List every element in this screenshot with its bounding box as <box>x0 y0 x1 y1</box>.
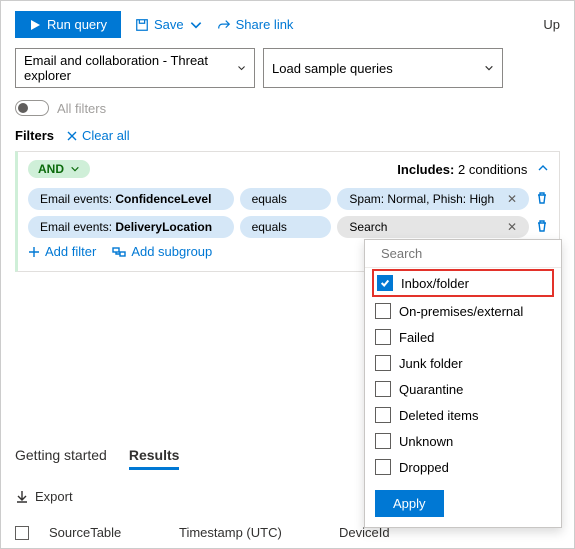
dropdown-option[interactable]: Quarantine <box>365 376 561 402</box>
play-icon <box>29 19 41 31</box>
value-dropdown: Inbox/folder On-premises/external Failed… <box>364 239 562 528</box>
group-operator-label: AND <box>38 162 64 176</box>
trash-icon <box>535 191 549 205</box>
condition-field-pill[interactable]: Email events: DeliveryLocation <box>28 216 234 238</box>
dropdown-option[interactable]: Deleted items <box>365 402 561 428</box>
condition-operator-pill[interactable]: equals <box>240 188 332 210</box>
checkbox-icon <box>375 459 391 475</box>
subgroup-icon <box>112 245 126 259</box>
share-icon <box>217 18 231 32</box>
selector-row: Email and collaboration - Threat explore… <box>1 48 574 96</box>
filters-title: Filters <box>15 128 54 143</box>
close-icon <box>66 130 78 142</box>
condition-row: Email events: DeliveryLocation equals Se… <box>28 216 549 238</box>
chevron-down-icon <box>70 164 80 174</box>
source-selector-label: Email and collaboration - Threat explore… <box>24 53 237 83</box>
chevron-down-icon <box>189 18 203 32</box>
condition-value-text: Search <box>349 220 387 234</box>
tab-getting-started[interactable]: Getting started <box>15 447 107 470</box>
dropdown-option-label: Inbox/folder <box>401 276 469 291</box>
collapse-group-button[interactable] <box>537 162 549 177</box>
add-subgroup-label: Add subgroup <box>131 244 212 259</box>
tabs: Getting started Results <box>15 447 179 470</box>
dropdown-option-label: Junk folder <box>399 356 463 371</box>
condition-field-pill[interactable]: Email events: ConfidenceLevel <box>28 188 234 210</box>
apply-button[interactable]: Apply <box>375 490 444 517</box>
add-filter-button[interactable]: Add filter <box>28 244 96 259</box>
chevron-down-icon <box>484 63 494 73</box>
save-label: Save <box>154 17 184 32</box>
tab-results[interactable]: Results <box>129 447 180 470</box>
checkbox-icon <box>377 275 393 291</box>
checkbox-icon <box>375 381 391 397</box>
select-all-checkbox[interactable] <box>15 526 29 540</box>
dropdown-option-label: On-premises/external <box>399 304 523 319</box>
source-selector[interactable]: Email and collaboration - Threat explore… <box>15 48 255 88</box>
run-query-button[interactable]: Run query <box>15 11 121 38</box>
run-query-label: Run query <box>47 17 107 32</box>
checkbox-icon <box>375 433 391 449</box>
clear-all-button[interactable]: Clear all <box>66 128 130 143</box>
delete-condition-button[interactable] <box>535 191 549 208</box>
checkbox-icon <box>375 303 391 319</box>
add-filter-label: Add filter <box>45 244 96 259</box>
download-icon <box>15 490 29 504</box>
export-label: Export <box>35 489 73 504</box>
dropdown-search-row <box>365 240 561 268</box>
add-subgroup-button[interactable]: Add subgroup <box>112 244 212 259</box>
includes-summary: Includes: 2 conditions <box>397 162 549 177</box>
chevron-up-icon <box>537 162 549 174</box>
trash-icon <box>535 219 549 233</box>
share-button[interactable]: Share link <box>217 17 294 32</box>
dropdown-option-label: Unknown <box>399 434 453 449</box>
clear-value-button[interactable]: ✕ <box>507 220 517 234</box>
column-header[interactable]: SourceTable <box>49 525 159 540</box>
condition-operator-pill[interactable]: equals <box>240 216 332 238</box>
clear-value-button[interactable]: ✕ <box>507 192 517 206</box>
sample-queries-label: Load sample queries <box>272 61 393 76</box>
all-filters-label: All filters <box>57 101 106 116</box>
dropdown-option[interactable]: On-premises/external <box>365 298 561 324</box>
export-button[interactable]: Export <box>15 489 73 504</box>
save-icon <box>135 18 149 32</box>
condition-row: Email events: ConfidenceLevel equals Spa… <box>28 188 549 210</box>
chevron-down-icon <box>237 63 246 73</box>
dropdown-option-label: Dropped <box>399 460 449 475</box>
checkbox-icon <box>375 407 391 423</box>
up-label: Up <box>543 17 560 32</box>
checkbox-icon <box>375 355 391 371</box>
all-filters-row: All filters <box>1 96 574 128</box>
group-operator-pill[interactable]: AND <box>28 160 90 178</box>
dropdown-option-label: Quarantine <box>399 382 463 397</box>
dropdown-option[interactable]: Unknown <box>365 428 561 454</box>
sample-queries-selector[interactable]: Load sample queries <box>263 48 503 88</box>
dropdown-option-label: Deleted items <box>399 408 478 423</box>
save-button[interactable]: Save <box>135 17 203 32</box>
condition-value-text: Spam: Normal, Phish: High <box>349 192 494 206</box>
results-table-header: SourceTable Timestamp (UTC) DeviceId <box>15 525 390 540</box>
filters-header: Filters Clear all <box>1 128 574 151</box>
share-label: Share link <box>236 17 294 32</box>
plus-icon <box>28 246 40 258</box>
dropdown-option[interactable]: Failed <box>365 324 561 350</box>
dropdown-option[interactable]: Inbox/folder <box>373 270 553 296</box>
toolbar: Run query Save Share link Up <box>1 1 574 48</box>
dropdown-option-label: Failed <box>399 330 434 345</box>
column-header[interactable]: Timestamp (UTC) <box>179 525 319 540</box>
dropdown-option[interactable]: Dropped <box>365 454 561 480</box>
delete-condition-button[interactable] <box>535 219 549 236</box>
up-button[interactable]: Up <box>538 17 560 32</box>
checkbox-icon <box>375 329 391 345</box>
dropdown-option[interactable]: Junk folder <box>365 350 561 376</box>
condition-value-pill[interactable]: Spam: Normal, Phish: High ✕ <box>337 188 529 210</box>
clear-all-label: Clear all <box>82 128 130 143</box>
all-filters-toggle[interactable] <box>15 100 49 116</box>
condition-value-pill[interactable]: Search ✕ <box>337 216 529 238</box>
dropdown-search-input[interactable] <box>381 246 557 261</box>
